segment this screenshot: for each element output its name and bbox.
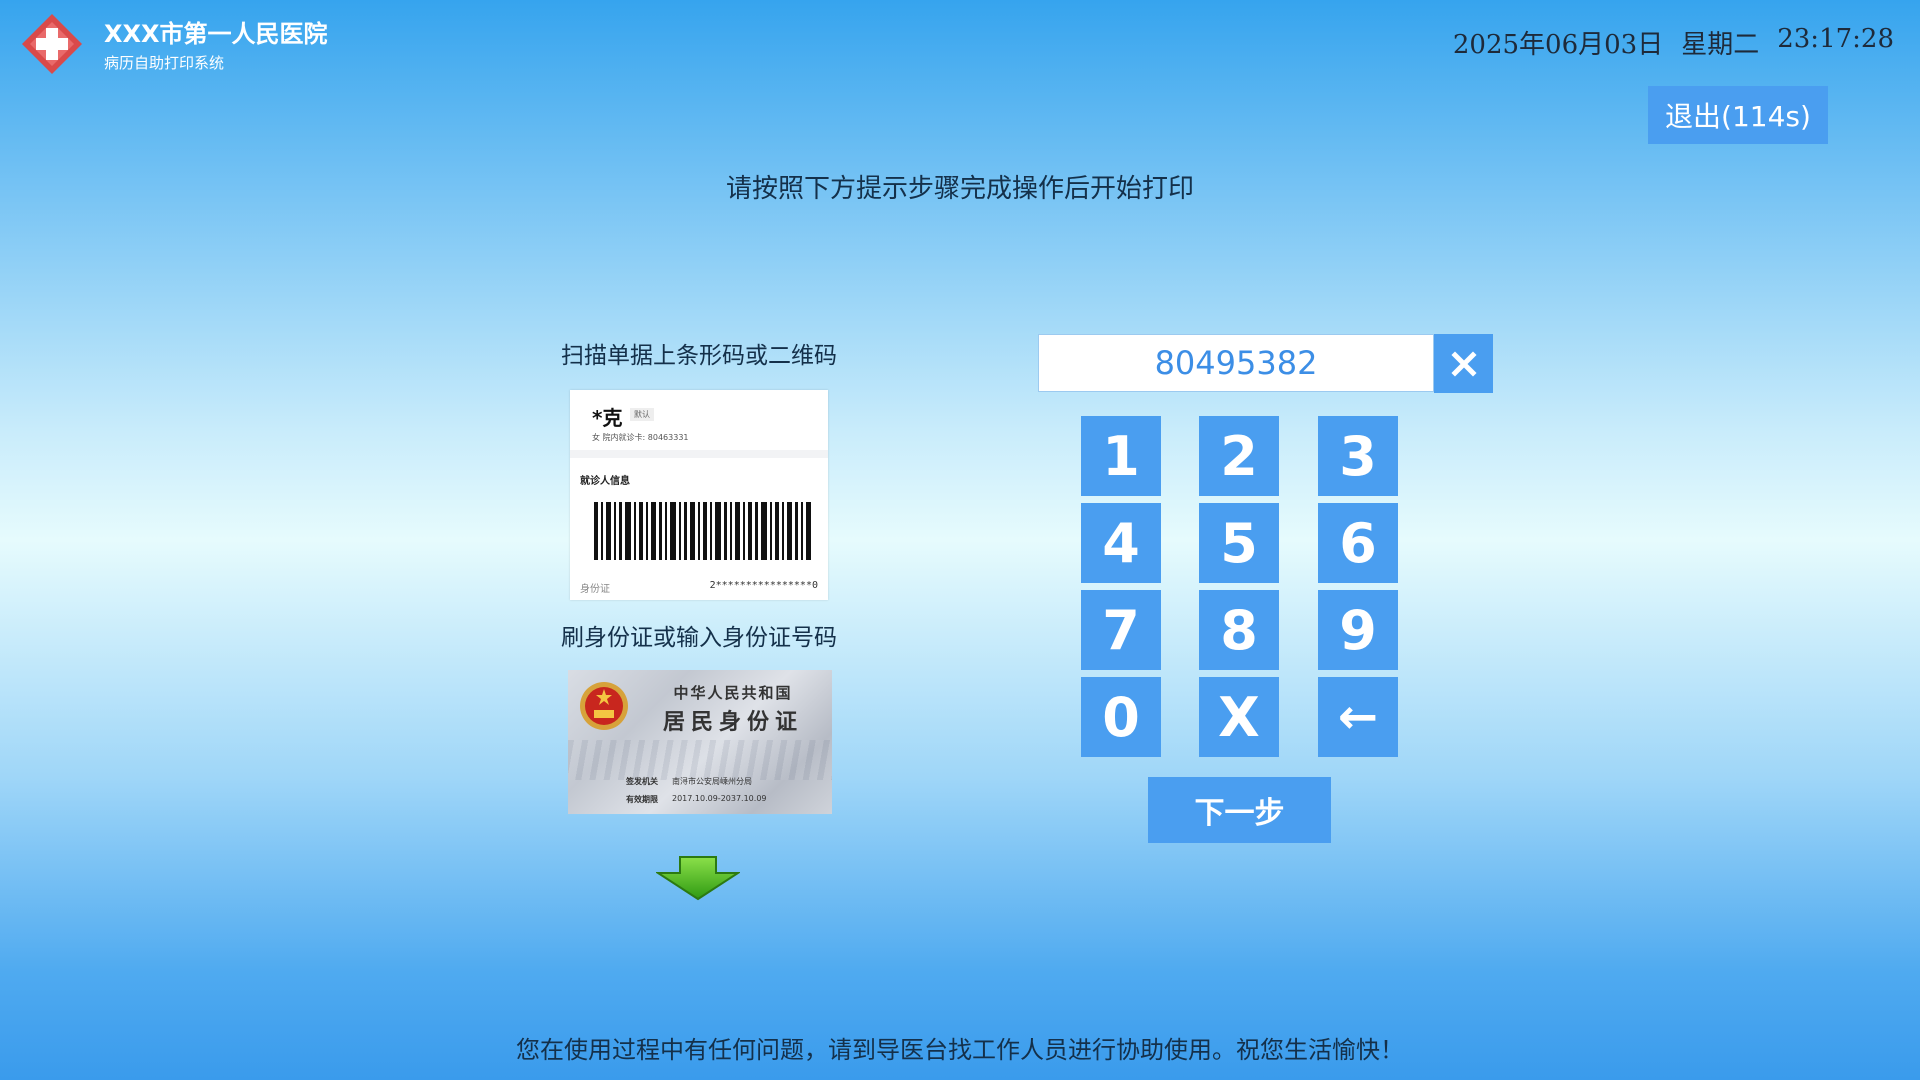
key-9[interactable]: 9 xyxy=(1318,590,1398,670)
key-2[interactable]: 2 xyxy=(1199,416,1279,496)
key-7[interactable]: 7 xyxy=(1081,590,1161,670)
patient-meta: 女 院内就诊卡: 80463331 xyxy=(592,433,689,442)
id-card-sample: 中华人民共和国 居民身份证 签发机关 南浔市公安局嵊州分局 有效期限 2017.… xyxy=(568,670,832,814)
key-1[interactable]: 1 xyxy=(1081,416,1161,496)
barcode-image xyxy=(594,502,811,560)
hospital-name: XXX市第一人民医院 xyxy=(104,20,328,48)
next-step-button[interactable]: 下一步 xyxy=(1148,777,1331,843)
instruction-text: 请按照下方提示步骤完成操作后开始打印 xyxy=(725,174,1194,204)
key-6[interactable]: 6 xyxy=(1318,503,1398,583)
issuer-label: 签发机关 xyxy=(626,777,658,786)
default-tag: 默认 xyxy=(630,408,654,421)
close-icon xyxy=(1450,350,1477,377)
barcode-sample-card: *克 默认 女 院内就诊卡: 80463331 就诊人信息 身份证 2*****… xyxy=(570,390,828,600)
exit-button[interactable]: 退出(114s) xyxy=(1648,86,1828,144)
patient-info-title: 就诊人信息 xyxy=(580,476,630,487)
key-0[interactable]: 0 xyxy=(1081,677,1161,757)
national-emblem-icon xyxy=(580,682,628,730)
id-card-validity-row: 有效期限 2017.10.09-2037.10.09 xyxy=(626,794,767,805)
hospital-logo xyxy=(22,14,82,74)
key-4[interactable]: 4 xyxy=(1081,503,1161,583)
key-5[interactable]: 5 xyxy=(1199,503,1279,583)
datetime: 2025年06月03日 星期二 23:17:28 xyxy=(1453,24,1894,61)
issuer-value: 南浔市公安局嵊州分局 xyxy=(672,777,752,786)
key-backspace[interactable]: ← xyxy=(1318,677,1398,757)
scan-section-label: 扫描单据上条形码或二维码 xyxy=(561,343,837,369)
date-text: 2025年06月03日 xyxy=(1452,30,1664,60)
footer-message: 您在使用过程中有任何问题，请到导医台找工作人员进行协助使用。祝您生活愉快！ xyxy=(516,1036,1404,1064)
id-label: 身份证 xyxy=(580,584,610,595)
great-wall-pattern xyxy=(568,740,832,780)
time-text: 23:17:28 xyxy=(1777,24,1894,54)
key-x[interactable]: X xyxy=(1199,677,1279,757)
key-3[interactable]: 3 xyxy=(1318,416,1398,496)
id-card-country: 中华人民共和国 xyxy=(673,684,793,702)
id-card-title: 居民身份证 xyxy=(662,709,803,735)
id-card-issuer-row: 签发机关 南浔市公安局嵊州分局 xyxy=(626,776,752,787)
down-arrow-icon xyxy=(656,856,740,901)
patient-name: *克 xyxy=(592,406,623,430)
id-value: 2****************0 xyxy=(709,580,818,591)
key-8[interactable]: 8 xyxy=(1199,590,1279,670)
validity-value: 2017.10.09-2037.10.09 xyxy=(672,794,767,803)
validity-label: 有效期限 xyxy=(626,795,658,804)
system-name: 病历自助打印系统 xyxy=(104,54,225,72)
weekday-text: 星期二 xyxy=(1681,30,1760,60)
clear-input-button[interactable] xyxy=(1434,334,1493,393)
id-section-label: 刷身份证或输入身份证号码 xyxy=(561,625,837,651)
id-number-input[interactable]: 80495382 xyxy=(1038,334,1434,392)
